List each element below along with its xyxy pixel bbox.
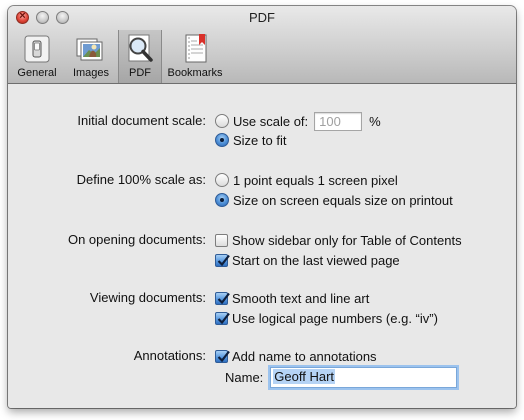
bookmarks-icon bbox=[185, 34, 207, 63]
annotations-label: Annotations: bbox=[133, 348, 206, 363]
point-equals-pixel-option[interactable]: 1 point equals 1 screen pixel bbox=[215, 171, 398, 189]
tab-bookmarks-label: Bookmarks bbox=[167, 67, 223, 79]
size-equals-printout-label: Size on screen equals size on printout bbox=[233, 192, 453, 208]
initial-scale-label: Initial document scale: bbox=[77, 113, 206, 128]
size-to-fit-option[interactable]: Size to fit bbox=[215, 131, 286, 149]
titlebar-toolbar: × PDF General Images PDF Bookmarks bbox=[8, 6, 516, 84]
size-equals-printout-radio[interactable] bbox=[215, 193, 229, 207]
use-scale-option[interactable]: Use scale of: 100 % bbox=[215, 111, 381, 131]
tab-bookmarks[interactable]: Bookmarks bbox=[164, 30, 226, 83]
pdf-preferences-pane: Initial document scale: Use scale of: 10… bbox=[8, 85, 516, 408]
add-name-checkbox[interactable] bbox=[215, 349, 230, 363]
add-name-option[interactable]: Add name to annotations bbox=[215, 347, 377, 365]
opening-documents-label: On opening documents: bbox=[67, 232, 206, 247]
use-scale-label: Use scale of: bbox=[233, 113, 309, 129]
magnifier-icon bbox=[128, 34, 153, 62]
tab-pdf[interactable]: PDF bbox=[118, 30, 162, 83]
smooth-text-checkbox[interactable] bbox=[215, 291, 230, 305]
general-switch-icon bbox=[24, 35, 50, 63]
tab-general-label: General bbox=[17, 67, 57, 79]
tab-images[interactable]: Images bbox=[65, 30, 117, 83]
smooth-text-option[interactable]: Smooth text and line art bbox=[215, 289, 369, 307]
show-sidebar-label: Show sidebar only for Table of Contents bbox=[232, 232, 462, 248]
window-title: PDF bbox=[249, 10, 275, 25]
last-viewed-page-checkbox[interactable] bbox=[215, 253, 230, 267]
percent-label: % bbox=[369, 113, 381, 129]
size-to-fit-label: Size to fit bbox=[233, 132, 287, 148]
name-field-label: Name: bbox=[225, 370, 264, 385]
images-icon bbox=[76, 38, 103, 61]
tab-general[interactable]: General bbox=[12, 30, 62, 83]
point-equals-pixel-label: 1 point equals 1 screen pixel bbox=[233, 172, 398, 188]
checkmark-icon bbox=[217, 292, 230, 304]
show-sidebar-checkbox[interactable] bbox=[215, 233, 228, 247]
preferences-window: × PDF General Images PDF Bookmarks Initi… bbox=[8, 6, 516, 408]
name-row: Name: Geoff Hart bbox=[225, 366, 458, 389]
tab-images-label: Images bbox=[72, 67, 110, 79]
point-equals-pixel-radio[interactable] bbox=[215, 173, 229, 187]
last-viewed-page-label: Start on the last viewed page bbox=[232, 252, 400, 268]
use-scale-radio[interactable] bbox=[215, 114, 229, 128]
define-scale-label: Define 100% scale as: bbox=[76, 172, 206, 187]
checkmark-icon bbox=[217, 350, 230, 362]
last-viewed-page-option[interactable]: Start on the last viewed page bbox=[215, 251, 400, 269]
name-field[interactable]: Geoff Hart bbox=[270, 367, 458, 388]
viewing-documents-label: Viewing documents: bbox=[89, 290, 206, 305]
logical-page-numbers-option[interactable]: Use logical page numbers (e.g. “iv”) bbox=[215, 309, 438, 327]
add-name-label: Add name to annotations bbox=[232, 348, 377, 364]
name-field-value: Geoff Hart bbox=[273, 369, 336, 384]
size-to-fit-radio[interactable] bbox=[215, 133, 229, 147]
logical-page-numbers-checkbox[interactable] bbox=[215, 311, 230, 325]
scale-input[interactable]: 100 bbox=[314, 111, 363, 131]
logical-page-numbers-label: Use logical page numbers (e.g. “iv”) bbox=[232, 310, 438, 326]
show-sidebar-option[interactable]: Show sidebar only for Table of Contents bbox=[215, 231, 462, 249]
checkmark-icon bbox=[217, 312, 230, 324]
smooth-text-label: Smooth text and line art bbox=[232, 290, 370, 306]
tab-pdf-label: PDF bbox=[129, 67, 151, 79]
checkmark-icon bbox=[217, 254, 230, 266]
size-equals-printout-option[interactable]: Size on screen equals size on printout bbox=[215, 191, 453, 209]
